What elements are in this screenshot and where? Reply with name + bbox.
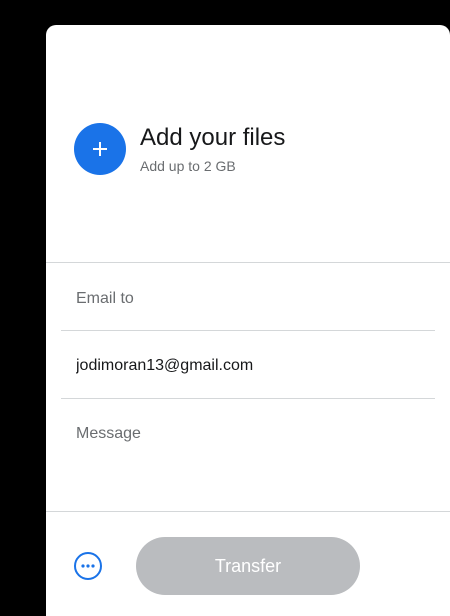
app-window: Add your files Add up to 2 GB Transfer <box>0 0 450 616</box>
add-files-title: Add your files <box>140 124 286 151</box>
transfer-panel: Add your files Add up to 2 GB Transfer <box>46 25 450 616</box>
transfer-button[interactable]: Transfer <box>136 537 360 595</box>
divider <box>61 330 435 331</box>
more-options-icon <box>81 564 95 568</box>
divider <box>61 398 435 399</box>
more-options-button[interactable] <box>74 552 102 580</box>
divider <box>46 262 450 263</box>
add-files-text: Add your files Add up to 2 GB <box>140 124 285 174</box>
add-files-button[interactable] <box>74 123 126 175</box>
divider <box>46 511 450 512</box>
add-files-area[interactable]: Add your files Add up to 2 GB <box>74 123 285 175</box>
plus-icon <box>93 142 107 156</box>
your-email-input[interactable] <box>76 355 432 377</box>
add-files-subtitle: Add up to 2 GB <box>140 158 236 174</box>
message-textarea[interactable] <box>76 425 432 505</box>
email-to-input[interactable] <box>76 288 432 310</box>
